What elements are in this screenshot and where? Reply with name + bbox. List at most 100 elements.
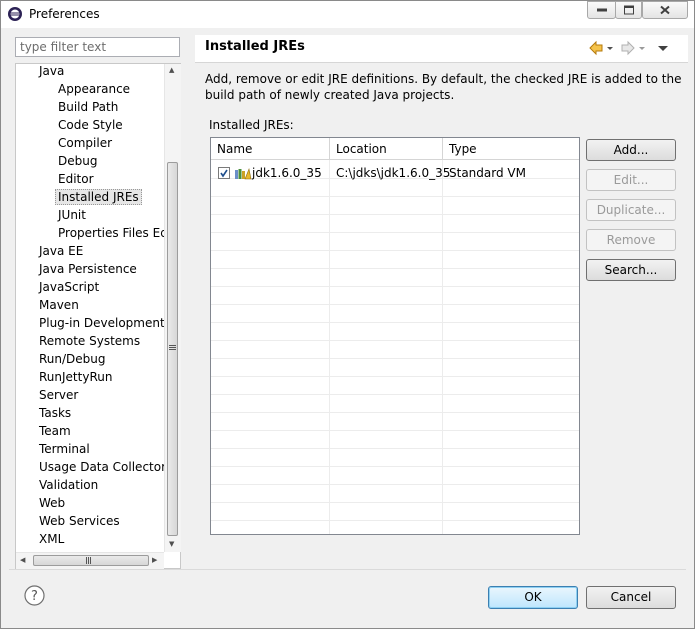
- table-column-divider: [442, 160, 443, 534]
- tree-item[interactable]: Tasks: [39, 404, 71, 422]
- history-navigation: [588, 40, 678, 56]
- remove-button[interactable]: Remove: [586, 229, 676, 251]
- filter-input[interactable]: [15, 37, 180, 57]
- tree-item[interactable]: Java EE: [39, 242, 83, 260]
- tree-item[interactable]: JavaScript: [39, 278, 99, 296]
- tree-item-label: Web Services: [39, 514, 120, 528]
- tree-item[interactable]: Editor: [58, 170, 94, 188]
- table-gridline: [211, 448, 579, 449]
- tree-item-label: Installed JREs: [55, 189, 142, 205]
- tree-vertical-scrollbar[interactable]: ▲ ▼: [164, 64, 181, 552]
- forward-arrow-icon[interactable]: [621, 40, 635, 56]
- tree-item[interactable]: Compiler: [58, 134, 112, 152]
- tree-vertical-scroll-thumb[interactable]: [167, 162, 178, 536]
- page-content: Add, remove or edit JRE definitions. By …: [195, 63, 688, 547]
- tree-item-label: Team: [39, 424, 71, 438]
- tree-item[interactable]: Run/Debug: [39, 350, 106, 368]
- tree-item[interactable]: Remote Systems: [39, 332, 140, 350]
- page-description: Add, remove or edit JRE definitions. By …: [205, 72, 682, 102]
- tree-item[interactable]: Web Services: [39, 512, 120, 530]
- tree-item[interactable]: Maven: [39, 296, 79, 314]
- scroll-left-arrow-icon[interactable]: ◀: [20, 556, 25, 564]
- table-gridline: [211, 286, 579, 287]
- tree-item[interactable]: Java Persistence: [39, 260, 137, 278]
- tree-item[interactable]: Terminal: [39, 440, 90, 458]
- back-arrow-icon[interactable]: [589, 40, 603, 56]
- column-header-location[interactable]: Location: [330, 138, 443, 160]
- svg-text:?: ?: [31, 589, 38, 604]
- tree-item[interactable]: Team: [39, 422, 71, 440]
- column-header-name[interactable]: Name: [211, 138, 330, 160]
- jre-type: Standard VM: [449, 166, 526, 180]
- table-gridline: [211, 394, 579, 395]
- table-gridline: [211, 250, 579, 251]
- scroll-up-arrow-icon[interactable]: ▲: [169, 66, 174, 74]
- table-gridline: [211, 484, 579, 485]
- tree-item-label: RunJettyRun: [39, 370, 113, 384]
- forward-menu-chevron-icon[interactable]: [639, 47, 645, 50]
- tree-horizontal-scrollbar[interactable]: ◀ ▶: [16, 552, 164, 569]
- tree-item-label: Code Style: [58, 118, 123, 132]
- table-gridline: [211, 322, 579, 323]
- tree-item[interactable]: Appearance: [58, 80, 130, 98]
- tree-item[interactable]: Installed JREs: [55, 188, 142, 206]
- tree-item-label: Compiler: [58, 136, 113, 150]
- tree-item[interactable]: Validation: [39, 476, 98, 494]
- table-column-divider: [329, 160, 330, 534]
- back-menu-chevron-icon[interactable]: [607, 47, 613, 50]
- table-gridline: [211, 502, 579, 503]
- table-gridline: [211, 358, 579, 359]
- tree-item[interactable]: Code Style: [58, 116, 123, 134]
- jre-checkbox[interactable]: [218, 167, 230, 179]
- tree-item[interactable]: Build Path: [58, 98, 118, 116]
- table-gridline: [211, 196, 579, 197]
- add-button[interactable]: Add...: [586, 139, 676, 161]
- cancel-button[interactable]: Cancel: [586, 586, 676, 609]
- tree-item-label: Editor: [58, 172, 94, 186]
- close-icon: [660, 5, 670, 15]
- scroll-right-arrow-icon[interactable]: ▶: [152, 556, 157, 564]
- tree-item[interactable]: XML: [39, 530, 64, 548]
- tree-item-label: Validation: [39, 478, 99, 492]
- button-bar-separator: [9, 569, 686, 570]
- jre-name: jdk1.6.0_35: [252, 166, 322, 180]
- tree-item-label: Terminal: [39, 442, 90, 456]
- tree-item[interactable]: Properties Files Editor: [58, 224, 180, 242]
- tree-item-label: Run/Debug: [39, 352, 106, 366]
- installed-jres-label: Installed JREs:: [209, 118, 294, 132]
- tree-item-label: Java Persistence: [39, 262, 137, 276]
- duplicate-button[interactable]: Duplicate...: [586, 199, 676, 221]
- tree-item-label: Remote Systems: [39, 334, 141, 348]
- table-gridline: [211, 466, 579, 467]
- help-icon[interactable]: ?: [24, 585, 45, 606]
- column-header-type[interactable]: Type: [443, 138, 579, 160]
- tree-item[interactable]: Debug: [58, 152, 97, 170]
- tree-item[interactable]: RunJettyRun: [39, 368, 112, 386]
- tree-item[interactable]: Usage Data Collector: [39, 458, 166, 476]
- tree-item-label: Java: [39, 64, 65, 78]
- tree-item[interactable]: Web: [39, 494, 65, 512]
- tree-item-label: Server: [39, 388, 79, 402]
- tree-item[interactable]: Plug-in Development: [39, 314, 165, 332]
- close-button[interactable]: [642, 1, 688, 19]
- scroll-down-arrow-icon[interactable]: ▼: [169, 540, 174, 548]
- tree-item[interactable]: Java: [39, 64, 65, 80]
- jre-table[interactable]: Name Location Type jdk1.6.0_35 C:\jdks\j…: [210, 137, 580, 535]
- table-gridline: [211, 376, 579, 377]
- jre-location: C:\jdks\jdk1.6.0_35: [336, 166, 451, 180]
- tree-item-label: JUnit: [58, 208, 86, 222]
- tree-item-label: Debug: [58, 154, 98, 168]
- tree-item[interactable]: JUnit: [58, 206, 86, 224]
- tree-horizontal-scroll-thumb[interactable]: [33, 555, 149, 566]
- edit-button[interactable]: Edit...: [586, 169, 676, 191]
- title-bar: Preferences: [1, 1, 694, 28]
- checkmark-icon: [220, 169, 228, 178]
- tree-item-label: Maven: [39, 298, 79, 312]
- tree-item-label: Java EE: [39, 244, 84, 258]
- maximize-button[interactable]: [615, 1, 642, 19]
- tree-item[interactable]: Server: [39, 386, 78, 404]
- minimize-button[interactable]: [587, 1, 616, 19]
- ok-button[interactable]: OK: [488, 586, 578, 609]
- search-button[interactable]: Search...: [586, 259, 676, 281]
- view-menu-icon[interactable]: [658, 46, 668, 51]
